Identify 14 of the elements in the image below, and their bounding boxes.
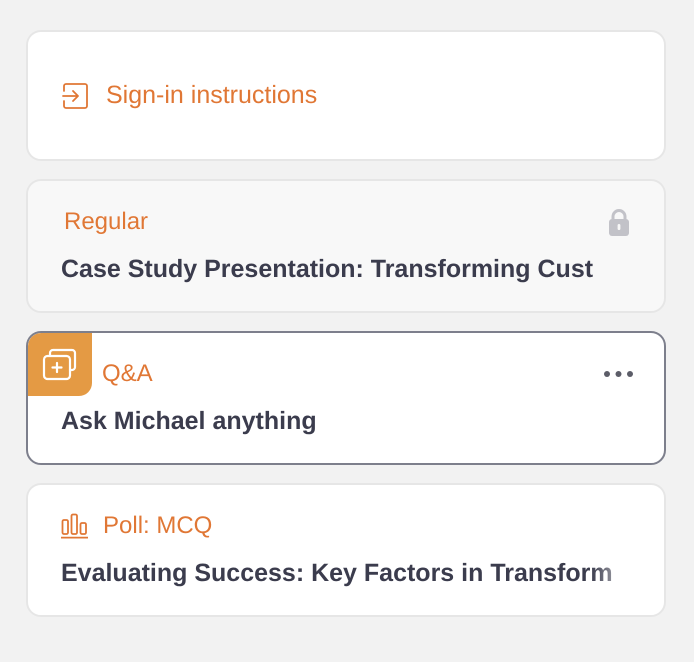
session-card[interactable]: Regular Case Study Presentation: Transforming Cust <box>26 179 666 313</box>
session-type-label: Q&A <box>102 360 153 388</box>
more-icon <box>604 371 632 377</box>
session-title: Case Study Presentation: Transforming Cust <box>61 254 594 284</box>
bar-chart-icon <box>61 513 88 539</box>
session-title: Evaluating Success: Key Factors in Transform <box>61 558 614 588</box>
session-card[interactable]: Q&A Ask Michael anything <box>26 331 666 465</box>
session-type-label: Regular <box>64 208 148 236</box>
lock-icon <box>609 208 629 236</box>
add-cards-icon <box>42 348 78 381</box>
session-title: Ask Michael anything <box>61 406 318 436</box>
session-card[interactable]: Poll: MCQ Evaluating Success: Key Factors in Transform <box>26 483 666 617</box>
session-type-label: Poll: MCQ <box>103 512 212 540</box>
sign-in-icon <box>62 82 89 110</box>
